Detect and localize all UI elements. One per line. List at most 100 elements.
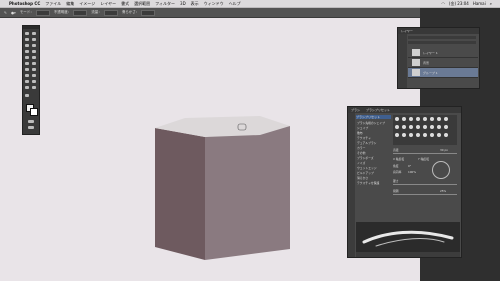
flow-field[interactable] bbox=[103, 9, 118, 16]
tab-brush-presets[interactable]: ブラシプリセット bbox=[363, 108, 393, 112]
brush-tip[interactable] bbox=[430, 117, 434, 121]
brush-tip[interactable] bbox=[423, 133, 427, 137]
shape-tool-icon[interactable] bbox=[32, 80, 36, 83]
size-value[interactable]: 30 px bbox=[440, 148, 448, 152]
menu-help[interactable]: ヘルプ bbox=[229, 1, 241, 7]
setting-color[interactable]: カラー bbox=[357, 146, 365, 150]
setting-texture[interactable]: テクスチャ bbox=[357, 136, 371, 140]
setting-noise[interactable]: ノイズ bbox=[357, 161, 365, 165]
gradient-tool-icon[interactable] bbox=[32, 62, 36, 65]
menu-layer[interactable]: レイヤー bbox=[100, 1, 116, 7]
setting-smoothing[interactable]: 滑らかさ bbox=[357, 176, 368, 180]
magic-wand-tool-icon[interactable] bbox=[32, 38, 36, 41]
blur-tool-icon[interactable] bbox=[25, 68, 29, 71]
brush-tip[interactable] bbox=[402, 125, 406, 129]
screen-mode-icon[interactable] bbox=[28, 126, 34, 129]
roundness-value[interactable]: 100% bbox=[408, 170, 416, 174]
marquee-tool-icon[interactable] bbox=[32, 32, 36, 35]
healing-tool-icon[interactable] bbox=[25, 50, 29, 53]
quick-mask-icon[interactable] bbox=[28, 120, 34, 123]
brush-tip[interactable] bbox=[437, 117, 441, 121]
setting-build-up[interactable]: ビルドアップ bbox=[357, 171, 374, 175]
hand-tool-icon[interactable] bbox=[25, 86, 29, 89]
brush-angle-dial[interactable] bbox=[432, 161, 450, 179]
tab-layers[interactable]: レイヤー bbox=[398, 29, 416, 33]
brush-tip[interactable] bbox=[409, 117, 413, 121]
smoothing-field[interactable] bbox=[141, 9, 156, 16]
brush-tip[interactable] bbox=[444, 117, 448, 121]
brush-tip[interactable] bbox=[423, 125, 427, 129]
setting-wet-edges[interactable]: ウェットエッジ bbox=[357, 166, 377, 170]
menu-image[interactable]: イメージ bbox=[79, 1, 95, 7]
background-color-swatch[interactable] bbox=[30, 108, 38, 116]
search-icon[interactable]: ⌕ bbox=[490, 1, 492, 6]
brush-tool-icon[interactable] bbox=[32, 50, 36, 53]
menu-view[interactable]: 表示 bbox=[191, 1, 199, 7]
brush-tip[interactable] bbox=[402, 133, 406, 137]
more-tools-icon[interactable] bbox=[25, 94, 29, 97]
brush-tip[interactable] bbox=[430, 133, 434, 137]
wifi-icon[interactable]: ◠ bbox=[441, 1, 445, 6]
brush-tip[interactable] bbox=[437, 133, 441, 137]
hardness-slider[interactable] bbox=[393, 184, 457, 185]
history-brush-tool-icon[interactable] bbox=[32, 56, 36, 59]
layer-filter-bar[interactable] bbox=[408, 36, 476, 39]
brush-tip[interactable] bbox=[395, 125, 399, 129]
brush-tool-icon[interactable]: ✎ bbox=[4, 11, 7, 15]
spacing-checkbox[interactable]: 間隔 bbox=[393, 189, 399, 193]
setting-protect-texture[interactable]: テクスチャを保護 bbox=[357, 181, 379, 185]
eraser-tool-icon[interactable] bbox=[25, 62, 29, 65]
layer-blend-mode-bar[interactable] bbox=[408, 41, 476, 44]
brush-size-picker[interactable]: ●▾ bbox=[11, 11, 16, 15]
menu-user[interactable]: Hamai bbox=[473, 1, 486, 6]
menu-filter[interactable]: フィルター bbox=[155, 1, 175, 7]
setting-other[interactable]: その他 bbox=[357, 151, 365, 155]
layer-row[interactable]: レイヤー 1 bbox=[408, 48, 478, 58]
setting-dual-brush[interactable]: デュアルブラシ bbox=[357, 141, 376, 145]
brush-tip[interactable] bbox=[430, 125, 434, 129]
menu-app-name[interactable]: Photoshop CC bbox=[9, 1, 40, 6]
brush-tip[interactable] bbox=[423, 117, 427, 121]
stamp-tool-icon[interactable] bbox=[25, 56, 29, 59]
eyedropper-tool-icon[interactable] bbox=[32, 44, 36, 47]
menu-file[interactable]: ファイル bbox=[45, 1, 61, 7]
brush-tip[interactable] bbox=[416, 125, 420, 129]
pen-tool-icon[interactable] bbox=[25, 74, 29, 77]
brush-tip[interactable] bbox=[437, 125, 441, 129]
brush-tip[interactable] bbox=[395, 117, 399, 121]
brush-tip[interactable] bbox=[409, 125, 413, 129]
path-select-tool-icon[interactable] bbox=[25, 80, 29, 83]
layer-row[interactable]: 背景 bbox=[408, 58, 478, 68]
setting-shape[interactable]: シェイプ bbox=[357, 126, 368, 130]
tab-brush[interactable]: ブラシ bbox=[348, 108, 363, 112]
brush-tip[interactable] bbox=[444, 133, 448, 137]
setting-scatter[interactable]: 散布 bbox=[357, 131, 363, 135]
opacity-field[interactable] bbox=[73, 9, 88, 16]
setting-brush-pose[interactable]: ブラシポーズ bbox=[357, 156, 374, 160]
brush-tip[interactable] bbox=[395, 133, 399, 137]
menu-3d[interactable]: 3D bbox=[180, 1, 186, 6]
spacing-slider[interactable] bbox=[393, 194, 457, 195]
size-slider[interactable] bbox=[393, 153, 457, 154]
lasso-tool-icon[interactable] bbox=[25, 38, 29, 41]
menu-edit[interactable]: 編集 bbox=[66, 1, 74, 7]
toolbox-header[interactable] bbox=[23, 26, 39, 29]
flip-x-checkbox[interactable]: X 軸反転 bbox=[393, 157, 404, 161]
spacing-value[interactable]: 25% bbox=[440, 189, 446, 193]
menu-select[interactable]: 選択範囲 bbox=[134, 1, 150, 7]
brush-tip[interactable] bbox=[409, 133, 413, 137]
brush-presets-button[interactable]: ブラシプリセット bbox=[356, 115, 391, 119]
setting-tip-shape[interactable]: ブラシ先端のシェイプ bbox=[357, 121, 385, 125]
move-tool-icon[interactable] bbox=[25, 32, 29, 35]
mode-select[interactable] bbox=[35, 9, 50, 16]
menu-type[interactable]: 書式 bbox=[121, 1, 129, 7]
type-tool-icon[interactable] bbox=[32, 74, 36, 77]
menu-window[interactable]: ウィンドウ bbox=[204, 1, 224, 7]
zoom-tool-icon[interactable] bbox=[32, 86, 36, 89]
brush-tip[interactable] bbox=[402, 117, 406, 121]
brush-tip[interactable] bbox=[416, 133, 420, 137]
angle-value[interactable]: 0° bbox=[408, 164, 411, 168]
flip-y-checkbox[interactable]: Y 軸反転 bbox=[418, 157, 429, 161]
crop-tool-icon[interactable] bbox=[25, 44, 29, 47]
dodge-tool-icon[interactable] bbox=[32, 68, 36, 71]
